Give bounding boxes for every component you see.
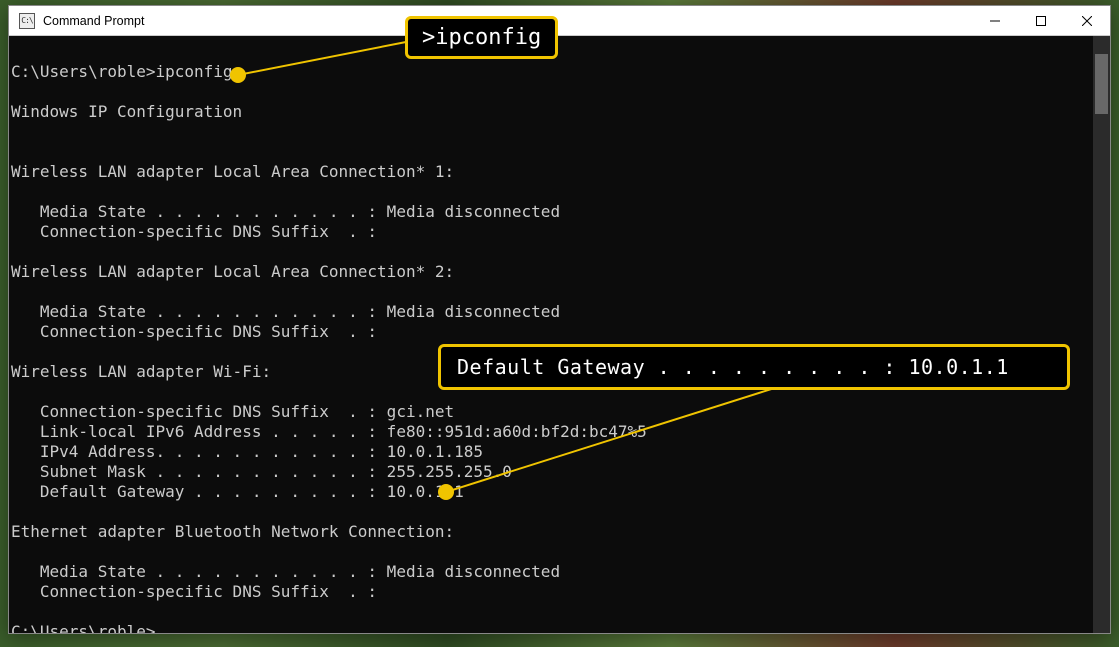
terminal-line: Media State . . . . . . . . . . . : Medi… (9, 562, 1110, 582)
scrollbar[interactable] (1093, 36, 1110, 633)
terminal-line (9, 82, 1110, 102)
annotation-gateway: Default Gateway . . . . . . . . . : 10.0… (438, 344, 1070, 390)
terminal-line (9, 242, 1110, 262)
terminal-line (9, 182, 1110, 202)
cmd-icon-glyph: C:\ (21, 16, 32, 25)
terminal-line: Subnet Mask . . . . . . . . . . . : 255.… (9, 462, 1110, 482)
terminal-line (9, 602, 1110, 622)
terminal-line: Ethernet adapter Bluetooth Network Conne… (9, 522, 1110, 542)
terminal-line (9, 42, 1110, 62)
annotation-gateway-text: Default Gateway . . . . . . . . . : 10.0… (457, 355, 1009, 379)
terminal-line: Connection-specific DNS Suffix . : (9, 322, 1110, 342)
terminal-line: Windows IP Configuration (9, 102, 1110, 122)
annotation-dot-1 (230, 67, 246, 83)
window-title: Command Prompt (43, 14, 144, 28)
terminal-line: Connection-specific DNS Suffix . : (9, 222, 1110, 242)
terminal-line: Media State . . . . . . . . . . . : Medi… (9, 202, 1110, 222)
terminal-line: Default Gateway . . . . . . . . . : 10.0… (9, 482, 1110, 502)
minimize-button[interactable] (972, 6, 1018, 36)
terminal-line (9, 542, 1110, 562)
titlebar[interactable]: C:\ Command Prompt (9, 6, 1110, 36)
terminal-line: Wireless LAN adapter Local Area Connecti… (9, 162, 1110, 182)
maximize-button[interactable] (1018, 6, 1064, 36)
scrollbar-thumb[interactable] (1095, 54, 1108, 114)
terminal-line (9, 122, 1110, 142)
terminal-output[interactable]: C:\Users\roble>ipconfig Windows IP Confi… (9, 36, 1110, 633)
command-prompt-window: C:\ Command Prompt C:\Users\roble>ipconf… (8, 5, 1111, 634)
terminal-line: Connection-specific DNS Suffix . : gci.n… (9, 402, 1110, 422)
terminal-line: IPv4 Address. . . . . . . . . . . : 10.0… (9, 442, 1110, 462)
close-button[interactable] (1064, 6, 1110, 36)
terminal-line: C:\Users\roble>ipconfig (9, 62, 1110, 82)
terminal-line (9, 282, 1110, 302)
annotation-ipconfig: >ipconfig (405, 16, 558, 59)
terminal-line (9, 502, 1110, 522)
terminal-line: Connection-specific DNS Suffix . : (9, 582, 1110, 602)
annotation-ipconfig-text: >ipconfig (422, 25, 541, 50)
terminal-line: Link-local IPv6 Address . . . . . : fe80… (9, 422, 1110, 442)
annotation-dot-2 (438, 484, 454, 500)
cmd-icon: C:\ (19, 13, 35, 29)
terminal-line: Media State . . . . . . . . . . . : Medi… (9, 302, 1110, 322)
terminal-line: Wireless LAN adapter Local Area Connecti… (9, 262, 1110, 282)
terminal-line (9, 142, 1110, 162)
terminal-prompt[interactable]: C:\Users\roble> (9, 622, 1110, 633)
